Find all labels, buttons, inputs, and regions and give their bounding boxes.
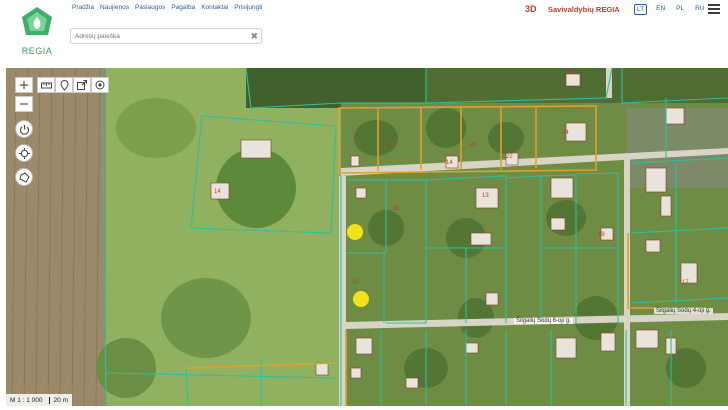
scale-bar: 20 m <box>48 396 68 404</box>
target-icon <box>95 80 105 90</box>
crosshair-icon <box>18 147 30 159</box>
nav-item-paslaugos[interactable]: Paslaugos <box>135 4 165 11</box>
map-view[interactable]: 3B 16 14 20 22 24 31 13 14 15 17 19 Šilg… <box>6 68 728 406</box>
logo-mark-icon <box>22 7 52 35</box>
parcel-number: 20 <box>470 142 477 148</box>
zoom-in-button[interactable] <box>15 77 33 93</box>
logo-text: REGIA <box>21 46 53 56</box>
ruler-icon <box>40 82 52 88</box>
parcel-number: 14 <box>214 189 221 195</box>
nav-item-kontaktai[interactable]: Kontaktai <box>201 4 228 11</box>
map-scale: M 1 : 1 000 20 m <box>6 394 72 406</box>
lang-en[interactable]: EN <box>654 4 667 15</box>
nav-item-pradzia[interactable]: Pradžia <box>72 4 94 11</box>
draw-area-button[interactable] <box>15 168 33 186</box>
parcel-number: 13 <box>482 193 489 199</box>
parcel-number: 15 <box>352 280 359 286</box>
parcel-number: 19 <box>598 232 605 238</box>
gps-button[interactable] <box>15 144 33 162</box>
map-tools <box>37 77 109 93</box>
zoom-controls <box>15 77 33 93</box>
parcel-number: 24 <box>562 130 569 136</box>
lang-pl[interactable]: PL <box>674 4 686 15</box>
ruler-tool-button[interactable] <box>37 77 55 93</box>
scale-ratio: M 1 : 1 000 <box>10 396 43 404</box>
zoom-out-button[interactable] <box>15 96 33 112</box>
parcel-number: 14 <box>446 160 453 166</box>
road-label: Šilgalių Sodų 6-oji g. <box>514 318 573 324</box>
minus-icon <box>20 103 28 105</box>
power-button[interactable] <box>15 120 33 138</box>
parcel-number: 22 <box>506 154 513 160</box>
nav-item-prisijungti[interactable]: Prisijungti <box>234 4 262 11</box>
plus-icon <box>20 81 28 89</box>
app-header: REGIA Pradžia Naujienos Paslaugos Pagalb… <box>0 0 728 68</box>
power-icon <box>19 124 29 135</box>
language-switcher: LT EN PL RU <box>634 4 706 15</box>
lang-ru[interactable]: RU <box>693 4 706 15</box>
address-search: ✖ <box>70 28 262 44</box>
polygon-draw-icon <box>18 171 30 183</box>
clear-search-icon[interactable]: ✖ <box>250 31 258 41</box>
parcel-number: 31 <box>393 206 400 212</box>
pin-icon <box>59 79 69 91</box>
location-marker[interactable] <box>353 291 369 307</box>
top-nav: Pradžia Naujienos Paslaugos Pagalba Kont… <box>72 4 262 11</box>
parcel-number: 16 <box>386 142 393 148</box>
external-link-icon <box>77 80 87 90</box>
regia-logo[interactable]: REGIA <box>12 4 62 62</box>
lang-lt[interactable]: LT <box>634 4 648 15</box>
locate-tool-button[interactable] <box>91 77 109 93</box>
parcel-number: 17 <box>682 280 689 286</box>
brand-title: Savivaldybių REGIA <box>548 5 620 14</box>
zoom-out-control <box>15 96 33 112</box>
nav-item-pagalba[interactable]: Pagalba <box>171 4 195 11</box>
road-label: Šilgalių Sodų 4-oji g. <box>654 308 713 314</box>
aerial-map-image <box>6 68 728 406</box>
pin-tool-button[interactable] <box>55 77 73 93</box>
3d-view-button[interactable]: 3D <box>525 4 537 14</box>
location-marker[interactable] <box>347 224 363 240</box>
nav-item-naujienos[interactable]: Naujienos <box>100 4 129 11</box>
hamburger-menu-icon[interactable] <box>708 4 720 14</box>
share-tool-button[interactable] <box>73 77 91 93</box>
parcel-number: 3B <box>566 70 574 76</box>
address-search-input[interactable] <box>75 31 247 42</box>
